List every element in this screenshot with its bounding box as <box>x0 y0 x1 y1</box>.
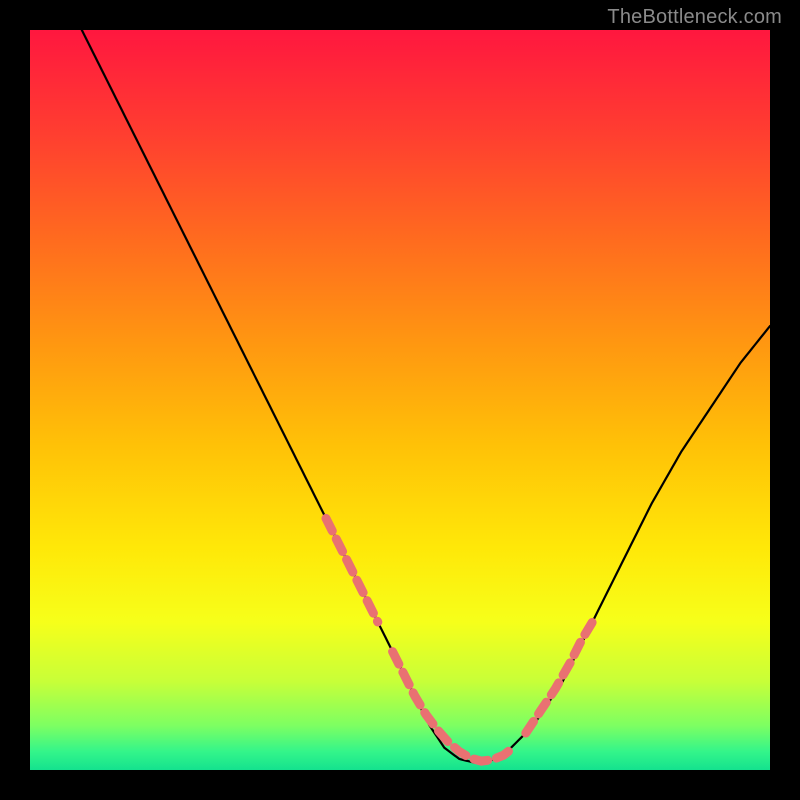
highlight-segment-1 <box>393 652 515 762</box>
highlight-segments <box>326 518 592 761</box>
highlight-segment-2 <box>526 622 593 733</box>
chart-frame: TheBottleneck.com <box>0 0 800 800</box>
bottleneck-curve <box>82 30 770 763</box>
plot-area <box>30 30 770 770</box>
highlight-segment-0 <box>326 518 378 622</box>
watermark-text: TheBottleneck.com <box>607 6 782 29</box>
curve-layer <box>30 30 770 770</box>
